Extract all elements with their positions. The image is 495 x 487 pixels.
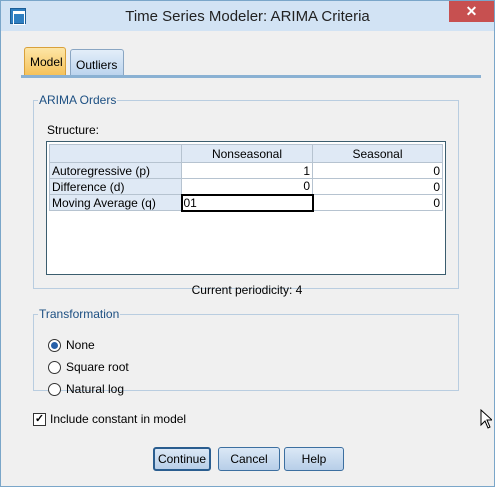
radio-square-root[interactable]: Square root — [48, 359, 129, 375]
radio-natural-log-indicator[interactable] — [48, 382, 61, 396]
include-constant-checkbox[interactable]: ✓ Include constant in model — [33, 412, 186, 426]
transformation-group: Transformation None Square root Natural … — [33, 307, 459, 396]
table-row: Difference (d) 0 0 — [49, 178, 443, 195]
model-panel: ARIMA Orders Structure: Nonseasonal Seas… — [21, 81, 481, 479]
column-header-nonseasonal: Nonseasonal — [181, 144, 313, 163]
radio-square-root-label: Square root — [66, 360, 129, 374]
include-constant-label: Include constant in model — [50, 412, 187, 426]
title-bar[interactable]: Time Series Modeler: ARIMA Criteria ✕ — [1, 1, 494, 31]
structure-table: Nonseasonal Seasonal Autoregressive (p) … — [49, 144, 443, 212]
cancel-button[interactable]: Cancel — [218, 447, 280, 471]
tab-model[interactable]: Model — [24, 47, 66, 75]
cell-ma-nonseasonal-editor[interactable]: 01 — [180, 193, 314, 212]
row-header-autoregressive: Autoregressive (p) — [49, 162, 182, 179]
radio-square-root-indicator[interactable] — [48, 360, 61, 374]
close-button[interactable]: ✕ — [449, 1, 494, 22]
radio-natural-log-label: Natural log — [66, 382, 125, 396]
radio-none[interactable]: None — [48, 337, 95, 353]
radio-none-label: None — [66, 338, 95, 352]
radio-none-indicator[interactable] — [48, 338, 61, 352]
cell-ma-seasonal[interactable]: 0 — [312, 194, 443, 211]
transformation-legend: Transformation — [39, 307, 120, 321]
cell-ar-nonseasonal[interactable]: 1 — [181, 162, 313, 179]
cell-diff-seasonal[interactable]: 0 — [312, 178, 443, 195]
column-header-seasonal: Seasonal — [312, 144, 443, 163]
window-title: Time Series Modeler: ARIMA Criteria — [125, 8, 370, 25]
cell-diff-nonseasonal[interactable]: 0 — [181, 178, 313, 195]
arima-orders-legend: ARIMA Orders — [39, 93, 117, 107]
row-header-moving-average: Moving Average (q) — [49, 194, 182, 211]
tab-outliers[interactable]: Outliers — [70, 49, 124, 75]
dialog-client: Model Outliers ARIMA Orders Structure: N… — [9, 32, 486, 480]
table-row: Moving Average (q) 01 0 — [49, 193, 443, 212]
continue-button[interactable]: Continue — [153, 447, 211, 471]
structure-label: Structure: — [47, 123, 100, 137]
structure-grid: Nonseasonal Seasonal Autoregressive (p) … — [46, 141, 446, 275]
grid-corner-header — [49, 144, 182, 163]
arima-orders-group: ARIMA Orders Structure: Nonseasonal Seas… — [33, 93, 459, 297]
tab-strip: Model Outliers — [21, 44, 481, 78]
dialog-window: Time Series Modeler: ARIMA Criteria ✕ Mo… — [0, 0, 495, 487]
row-header-difference: Difference (d) — [49, 178, 182, 195]
checkbox-indicator[interactable]: ✓ — [33, 412, 46, 426]
radio-natural-log[interactable]: Natural log — [48, 381, 124, 397]
table-row: Autoregressive (p) 1 0 — [49, 162, 443, 179]
help-button[interactable]: Help — [284, 447, 344, 471]
periodicity-text: Current periodicity: 4 — [191, 283, 303, 297]
cell-ar-seasonal[interactable]: 0 — [312, 162, 443, 179]
